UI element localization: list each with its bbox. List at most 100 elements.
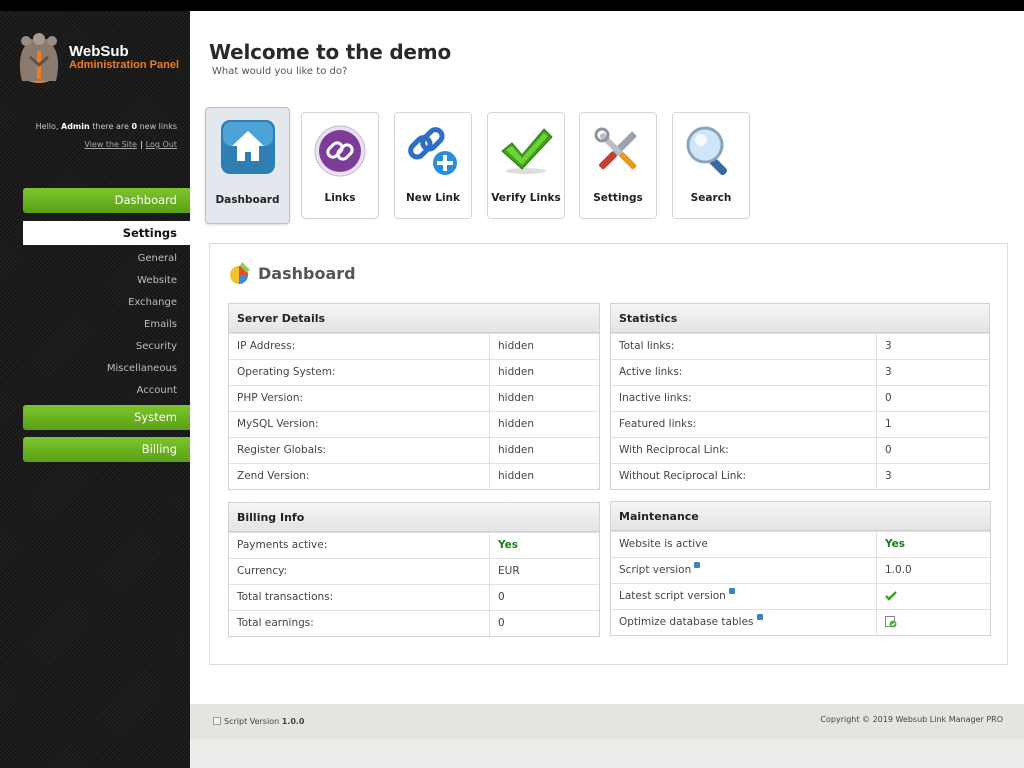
- table-row: Payments active: Yes: [229, 532, 599, 558]
- billing-info-table: Billing Info Payments active: Yes Currenc…: [228, 502, 600, 637]
- row-key: PHP Version:: [229, 386, 490, 411]
- table-row: Currency: EUR: [229, 558, 599, 584]
- row-value: hidden: [498, 470, 535, 482]
- page-bottom: [190, 739, 1024, 768]
- row-value: 1: [885, 418, 892, 430]
- view-site-link[interactable]: View the Site: [84, 140, 137, 149]
- table-header: Statistics: [611, 304, 989, 333]
- table-row: MySQL Version: hidden: [229, 411, 599, 437]
- table-header: Server Details: [229, 304, 599, 333]
- table-row: Optimize database tables: [611, 609, 990, 635]
- row-value: 0: [885, 392, 892, 404]
- table-row: Total links: 3: [611, 333, 989, 359]
- dashboard-title-icon: [230, 262, 250, 284]
- tile-dashboard[interactable]: Dashboard: [205, 107, 290, 224]
- row-key-text: Optimize database tables: [619, 616, 754, 628]
- subnav-general[interactable]: General: [138, 253, 177, 264]
- tile-search[interactable]: Search: [672, 112, 750, 219]
- table-row: Register Globals: hidden: [229, 437, 599, 463]
- main-content: Welcome to the demo What would you like …: [190, 11, 1024, 704]
- row-key: Zend Version:: [229, 464, 490, 489]
- subnav-website[interactable]: Website: [137, 275, 177, 286]
- row-value: hidden: [498, 340, 535, 352]
- subnav-emails[interactable]: Emails: [144, 319, 177, 330]
- table-row: Latest script version: [611, 583, 990, 609]
- table-row: Zend Version: hidden: [229, 463, 599, 489]
- row-value-latest: [877, 584, 990, 609]
- row-key: Payments active:: [229, 533, 490, 558]
- server-details-table: Server Details IP Address: hidden Operati…: [228, 303, 600, 490]
- nav-settings[interactable]: Settings: [23, 221, 190, 245]
- tile-verify-links[interactable]: Verify Links: [487, 112, 565, 219]
- row-value: 0: [498, 591, 505, 603]
- tools-icon: [594, 127, 637, 170]
- sidebar: WebSub Administration Panel Hello, Admin…: [0, 11, 190, 768]
- row-key: Featured links:: [611, 412, 877, 437]
- row-value: hidden: [498, 418, 535, 430]
- row-key: With Reciprocal Link:: [611, 438, 877, 463]
- row-key-script-version: Script version: [611, 558, 877, 583]
- tile-new-link[interactable]: New Link: [394, 112, 472, 219]
- row-value: hidden: [498, 366, 535, 378]
- dashboard-panel: Dashboard Server Details IP Address: hidd…: [209, 243, 1008, 665]
- page-subtitle: What would you like to do?: [212, 66, 348, 77]
- nav-system[interactable]: System: [23, 405, 190, 430]
- table-row: Total transactions: 0: [229, 584, 599, 610]
- row-key: Operating System:: [229, 360, 490, 385]
- table-row: With Reciprocal Link: 0: [611, 437, 989, 463]
- subnav-account[interactable]: Account: [137, 385, 177, 396]
- row-key: Website is active: [611, 532, 877, 557]
- row-key: MySQL Version:: [229, 412, 490, 437]
- row-value: hidden: [498, 444, 535, 456]
- tile-label: Search: [690, 192, 732, 204]
- table-row: Featured links: 1: [611, 411, 989, 437]
- new-link-icon: [408, 127, 457, 175]
- link-separator: |: [139, 140, 143, 149]
- username: Admin: [61, 122, 90, 131]
- info-icon[interactable]: [694, 562, 701, 568]
- nav-billing[interactable]: Billing: [23, 437, 190, 462]
- row-key-text: Latest script version: [619, 590, 726, 602]
- checkmark-icon: [501, 128, 553, 174]
- statistics-table: Statistics Total links: 3 Active links: 3 …: [610, 303, 990, 490]
- greeting-prefix: Hello,: [35, 122, 59, 131]
- row-value: Yes: [885, 538, 906, 550]
- top-bar: [0, 0, 1024, 11]
- greeting-mid: there are: [92, 122, 129, 131]
- subnav-exchange[interactable]: Exchange: [128, 297, 177, 308]
- page-title: Welcome to the demo: [209, 40, 451, 64]
- row-value: 3: [885, 340, 892, 352]
- row-key-optimize: Optimize database tables: [611, 610, 877, 635]
- info-icon[interactable]: [728, 588, 735, 594]
- table-row: PHP Version: hidden: [229, 385, 599, 411]
- row-value: Yes: [498, 539, 519, 551]
- row-value: 1.0.0: [885, 564, 912, 576]
- nav-dashboard[interactable]: Dashboard: [23, 188, 190, 213]
- tile-links[interactable]: Links: [301, 112, 379, 219]
- table-row: Active links: 3: [611, 359, 989, 385]
- logo[interactable]: WebSub Administration Panel: [14, 31, 184, 87]
- greeting-suffix: new links: [139, 122, 177, 131]
- table-row: Script version 1.0.0: [611, 557, 990, 583]
- info-icon[interactable]: [756, 614, 763, 620]
- row-key: Currency:: [229, 559, 490, 584]
- table-row: Website is active Yes: [611, 531, 990, 557]
- script-version-value: 1.0.0: [281, 717, 305, 726]
- row-key: Total links:: [611, 334, 877, 359]
- row-key: Active links:: [611, 360, 877, 385]
- table-header: Maintenance: [611, 502, 990, 531]
- script-version-info: Script Version 1.0.0: [213, 717, 305, 726]
- tile-label: Dashboard: [215, 194, 280, 206]
- script-version-label: Script Version: [224, 717, 280, 726]
- tile-settings[interactable]: Settings: [579, 112, 657, 219]
- optimize-database-icon[interactable]: [885, 616, 897, 628]
- logout-link[interactable]: Log Out: [146, 140, 177, 149]
- tile-label: Verify Links: [491, 192, 561, 204]
- subnav-miscellaneous[interactable]: Miscellaneous: [107, 363, 177, 374]
- table-row: Without Reciprocal Link: 3: [611, 463, 989, 489]
- row-value-optimize: [877, 610, 990, 635]
- subnav-security[interactable]: Security: [136, 341, 177, 352]
- user-links: View the Site | Log Out: [84, 140, 177, 149]
- table-row: Inactive links: 0: [611, 385, 989, 411]
- brand-name: WebSub: [69, 43, 129, 60]
